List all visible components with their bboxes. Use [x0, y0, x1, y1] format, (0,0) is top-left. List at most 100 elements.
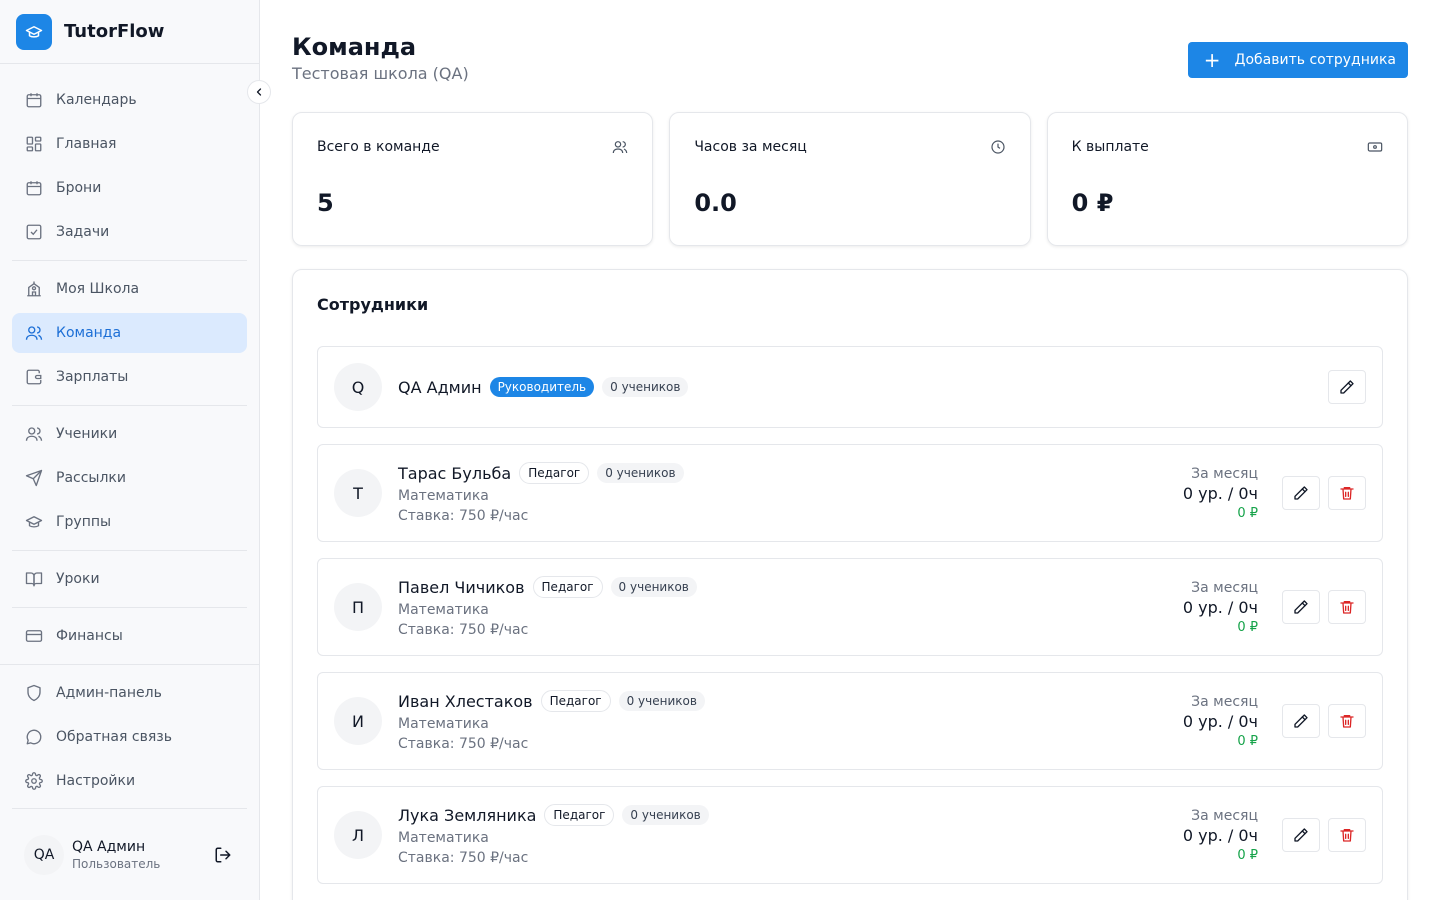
role-badge: Педагог — [532, 576, 603, 598]
stat-card-team-total: Всего в команде 5 — [292, 112, 654, 246]
sidebar-item-label: Зарплаты — [56, 369, 129, 385]
month-label: За месяц — [1191, 693, 1258, 710]
trash-icon — [1340, 829, 1354, 842]
rate: Ставка: 750 ₽/час — [398, 508, 529, 524]
stat-value: 0.0 — [694, 189, 737, 217]
sidebar-item-tasks[interactable]: Задачи — [12, 212, 247, 252]
add-employee-label: Добавить сотрудника — [1234, 52, 1396, 68]
avatar: П — [334, 583, 382, 631]
brand[interactable]: TutorFlow — [0, 0, 259, 64]
month-money: 0 ₽ — [1237, 847, 1258, 863]
user-role: Пользователь — [72, 856, 161, 871]
pencil-icon — [1340, 380, 1354, 394]
sidebar-item-feedback[interactable]: Обратная связь — [12, 717, 247, 757]
edit-button[interactable] — [1282, 704, 1320, 738]
avatar[interactable]: QA — [24, 834, 64, 875]
collapse-sidebar-button[interactable] — [247, 80, 271, 104]
delete-button[interactable] — [1328, 818, 1366, 852]
shield-icon — [24, 683, 44, 703]
sidebar-item-admin[interactable]: Админ-панель — [12, 673, 247, 713]
user-info: QA Админ Пользователь — [72, 839, 211, 871]
sidebar-item-calendar[interactable]: Календарь — [12, 80, 247, 120]
banknote-icon — [1367, 139, 1383, 155]
sidebar-item-mailings[interactable]: Рассылки — [12, 458, 247, 498]
sidebar-item-finance[interactable]: Финансы — [12, 616, 247, 656]
sidebar-item-label: Группы — [56, 514, 112, 530]
subject: Математика — [398, 602, 489, 618]
users-icon — [24, 323, 44, 343]
chevron-left-icon — [256, 88, 262, 96]
nav-divider — [12, 607, 247, 608]
delete-button[interactable] — [1328, 590, 1366, 624]
staff-section: Сотрудники Q QA Админ Руководитель 0 уче… — [292, 269, 1408, 900]
name-line: Лука Земляника Педагог 0 учеников — [398, 804, 1183, 826]
edit-button[interactable] — [1282, 818, 1320, 852]
sidebar-item-students[interactable]: Ученики — [12, 414, 247, 454]
sidebar-item-label: Рассылки — [56, 470, 126, 486]
edit-button[interactable] — [1282, 476, 1320, 510]
month-value: 0 ур. / 0ч — [1182, 483, 1258, 503]
sidebar-item-salaries[interactable]: Зарплаты — [12, 357, 247, 397]
sidebar-item-label: Брони — [56, 180, 102, 196]
nav-divider — [12, 550, 247, 551]
person-info: Павел Чичиков Педагог 0 учеников Математ… — [398, 576, 1183, 638]
edit-button[interactable] — [1282, 590, 1320, 624]
users-icon — [612, 139, 628, 155]
month-summary: За месяц 0 ур. / 0ч 0 ₽ — [1183, 808, 1258, 863]
avatar: И — [334, 697, 382, 745]
sidebar-item-label: Обратная связь — [56, 729, 172, 745]
month-label: За месяц — [1191, 579, 1258, 596]
sidebar-item-label: Настройки — [56, 773, 136, 789]
trash-icon — [1340, 715, 1354, 728]
sidebar-item-team[interactable]: Команда — [12, 313, 247, 353]
graduation-cap-icon — [16, 13, 52, 50]
students-count-badge: 0 учеников — [610, 577, 697, 597]
checkbox-icon — [24, 222, 44, 242]
nav-divider — [12, 405, 247, 406]
name-line: Иван Хлестаков Педагог 0 учеников — [398, 690, 1183, 712]
edit-button[interactable] — [1328, 370, 1366, 404]
send-icon — [24, 468, 44, 488]
students-count-badge: 0 учеников — [622, 805, 709, 825]
month-summary: За месяц 0 ур. / 0ч 0 ₽ — [1183, 580, 1258, 635]
sidebar-item-bookings[interactable]: Брони — [12, 168, 247, 208]
role-badge: Руководитель — [489, 377, 595, 397]
sidebar-item-label: Ученики — [56, 426, 118, 442]
delete-button[interactable] — [1328, 704, 1366, 738]
sidebar-item-home[interactable]: Главная — [12, 124, 247, 164]
avatar: Q — [334, 363, 382, 411]
users-icon — [24, 424, 44, 444]
month-summary: За месяц 0 ур. / 0ч 0 ₽ — [1183, 466, 1258, 521]
sidebar-item-lessons[interactable]: Уроки — [12, 559, 247, 599]
calendar-icon — [24, 178, 44, 198]
subject: Математика — [398, 488, 489, 504]
plus-icon: + — [1203, 48, 1221, 72]
students-count-badge: 0 учеников — [602, 377, 689, 397]
person-name: Тарас Бульба — [398, 463, 512, 483]
delete-button[interactable] — [1328, 476, 1366, 510]
rate: Ставка: 750 ₽/час — [398, 736, 529, 752]
staff-row-head: Q QA Админ Руководитель 0 учеников — [317, 346, 1383, 428]
students-count-badge: 0 учеников — [597, 463, 684, 483]
avatar: Л — [334, 811, 382, 859]
sidebar-bottom-nav: Админ-панель Обратная связь Настройки — [0, 673, 259, 801]
month-label: За месяц — [1191, 807, 1258, 824]
trash-icon — [1340, 487, 1354, 500]
subject: Математика — [398, 716, 489, 732]
sidebar-item-groups[interactable]: Группы — [12, 502, 247, 542]
sidebar: TutorFlow Календарь Главная Брони Задачи… — [0, 0, 271, 900]
book-icon — [24, 569, 44, 589]
person-name: Павел Чичиков — [398, 577, 525, 597]
add-employee-button[interactable]: + Добавить сотрудника — [1187, 42, 1408, 78]
person-info: QA Админ Руководитель 0 учеников — [398, 377, 1328, 397]
trash-icon — [1340, 601, 1354, 614]
staff-row: П Павел Чичиков Педагог 0 учеников Матем… — [317, 558, 1383, 656]
stat-value: 5 — [317, 189, 334, 217]
month-money: 0 ₽ — [1237, 505, 1258, 521]
sidebar-item-my-school[interactable]: Моя Школа — [12, 269, 247, 309]
month-value: 0 ур. / 0ч — [1182, 711, 1258, 731]
logout-button[interactable] — [211, 843, 235, 867]
role-badge: Педагог — [544, 804, 615, 826]
main-content: Команда Тестовая школа (QA) + Добавить с… — [260, 0, 1440, 900]
sidebar-item-settings[interactable]: Настройки — [12, 761, 247, 801]
